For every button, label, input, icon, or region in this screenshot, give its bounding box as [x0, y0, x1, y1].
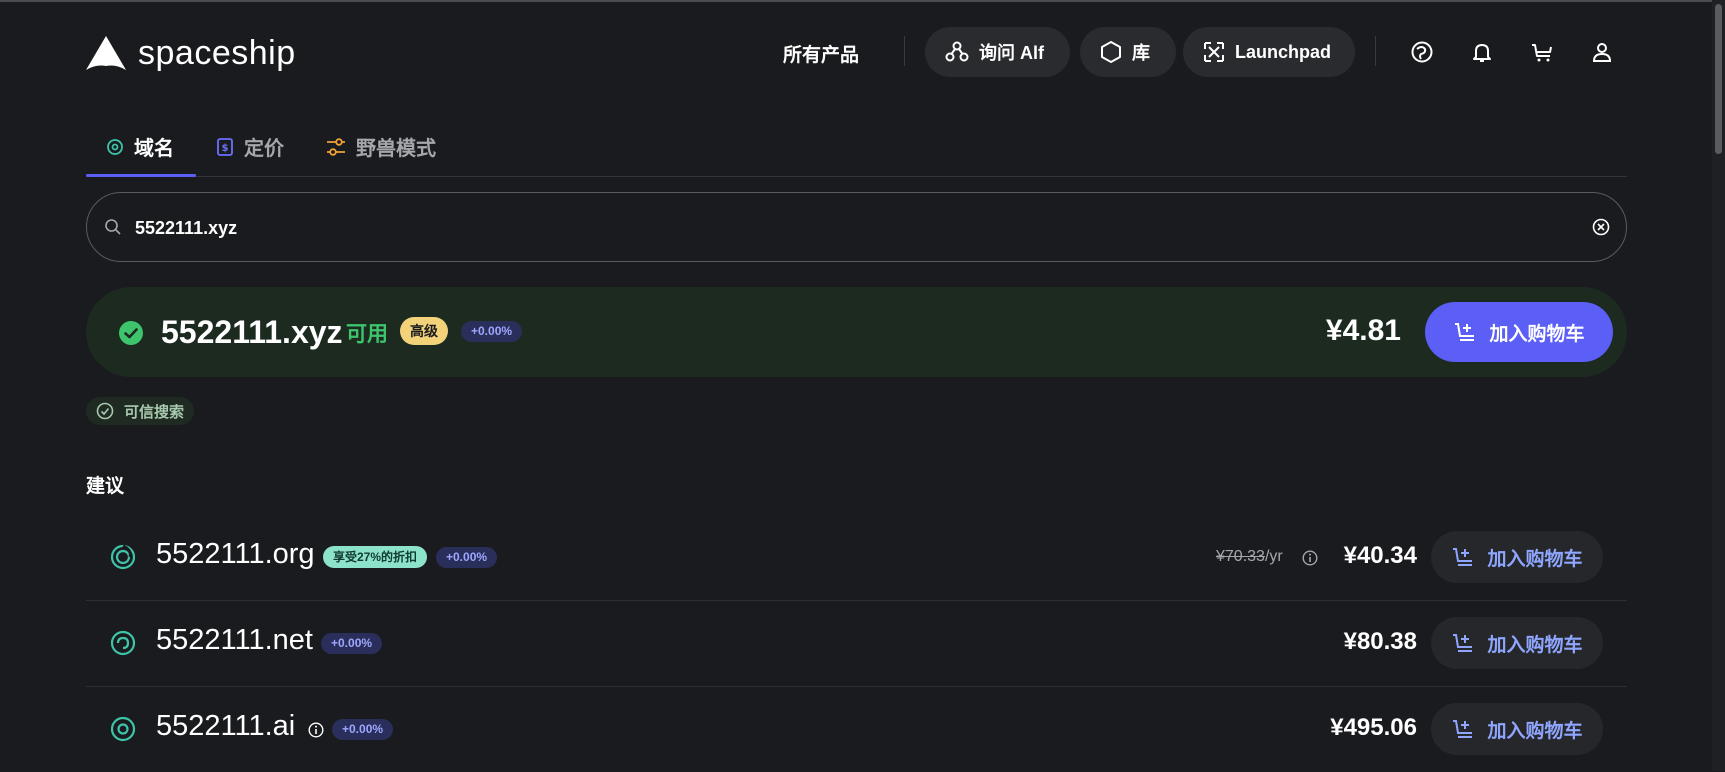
- premium-badge: 高级: [400, 317, 448, 345]
- suggestion-price: ¥40.34: [1343, 542, 1417, 569]
- tab-pricing[interactable]: $ 定价: [216, 132, 284, 161]
- suggestion-price: ¥495.06: [1330, 714, 1417, 741]
- price-change-badge: +0.00%: [321, 633, 383, 654]
- original-price: ¥70.33/yr: [1216, 548, 1283, 565]
- add-to-cart-icon: [1453, 548, 1473, 566]
- suggestions-heading: 建议: [86, 476, 125, 497]
- cart-icon[interactable]: [1530, 40, 1554, 64]
- clear-search-icon[interactable]: [1592, 218, 1610, 236]
- ask-alf-label: 询问 Alf: [979, 43, 1044, 63]
- suggestion-row: 5522111.net +0.00% ¥80.38 加入购物车: [86, 600, 1627, 687]
- launchpad-label: Launchpad: [1235, 41, 1332, 62]
- ask-alf-button[interactable]: 询问 Alf: [925, 27, 1070, 77]
- search-input[interactable]: [133, 213, 1437, 243]
- bell-icon[interactable]: [1470, 40, 1494, 64]
- tab-domains-label: 域名: [134, 138, 174, 160]
- trusted-search-badge[interactable]: 可信搜索: [86, 397, 195, 425]
- launchpad-icon: [1204, 42, 1224, 62]
- add-to-cart-button[interactable]: 加入购物车: [1431, 617, 1603, 669]
- price-change-badge: +0.00%: [436, 547, 498, 568]
- info-icon[interactable]: [308, 722, 324, 738]
- available-check-icon: [119, 321, 143, 345]
- ai-icon: [110, 716, 136, 742]
- price-change-badge: +0.00%: [461, 321, 523, 342]
- suggestion-domain[interactable]: 5522111.ai: [156, 710, 295, 743]
- help-icon[interactable]: [1410, 40, 1434, 64]
- pricing-icon: $: [217, 137, 233, 156]
- nav-divider-2: [1375, 36, 1376, 66]
- add-to-cart-icon: [1455, 323, 1475, 341]
- add-to-cart-label: 加入购物车: [1487, 634, 1583, 656]
- add-to-cart-button[interactable]: 加入购物车: [1425, 302, 1613, 362]
- domain-icon: [107, 138, 123, 155]
- library-label: 库: [1132, 43, 1150, 63]
- add-to-cart-icon: [1453, 720, 1473, 738]
- library-button[interactable]: 库: [1080, 27, 1176, 77]
- page-scrollbar[interactable]: [1712, 0, 1725, 771]
- logo-text: spaceship: [138, 34, 296, 72]
- sliders-icon: [327, 137, 345, 156]
- nav-all-products[interactable]: 所有产品: [783, 40, 859, 67]
- search-mode-tabs: 域名 $ 定价 野兽模式: [86, 130, 1627, 177]
- suggestion-domain[interactable]: 5522111.net: [156, 624, 313, 657]
- add-to-cart-button[interactable]: 加入购物车: [1431, 703, 1603, 755]
- suggestion-row: 5522111.ai +0.00% ¥495.06 加入购物车: [86, 686, 1627, 772]
- org-icon: [110, 544, 136, 570]
- tab-domains[interactable]: 域名: [106, 132, 174, 161]
- net-icon: [110, 630, 136, 656]
- user-icon[interactable]: [1590, 40, 1614, 64]
- add-to-cart-icon: [1453, 634, 1473, 652]
- result-price: ¥4.81: [1325, 314, 1401, 347]
- add-to-cart-label: 加入购物车: [1489, 323, 1585, 345]
- trusted-search-label: 可信搜索: [124, 403, 185, 421]
- tab-beast-mode[interactable]: 野兽模式: [326, 132, 436, 161]
- search-icon: [105, 219, 121, 235]
- add-to-cart-button[interactable]: 加入购物车: [1431, 531, 1603, 583]
- domain-search-box[interactable]: [86, 192, 1627, 262]
- hexagon-icon: [1101, 41, 1121, 63]
- tab-pricing-label: 定价: [244, 138, 284, 160]
- tab-beast-mode-label: 野兽模式: [356, 138, 436, 160]
- availability-status: 可用: [346, 323, 388, 346]
- spaceship-logo[interactable]: spaceship: [86, 34, 296, 73]
- suggestion-row: 5522111.org 享受27%的折扣 +0.00% ¥70.33/yr ¥4…: [86, 514, 1627, 601]
- scrollbar-thumb[interactable]: [1715, 4, 1722, 154]
- info-icon[interactable]: [1302, 550, 1318, 566]
- trusted-check-icon: [96, 402, 114, 420]
- launchpad-button[interactable]: Launchpad: [1183, 27, 1355, 77]
- suggestion-domain[interactable]: 5522111.org: [156, 538, 315, 571]
- spaceship-logo-icon: [86, 35, 126, 70]
- suggestion-price: ¥80.38: [1343, 628, 1417, 655]
- price-change-badge: +0.00%: [332, 719, 394, 740]
- result-domain: 5522111.xyz: [161, 314, 343, 350]
- active-tab-indicator: [86, 174, 196, 177]
- add-to-cart-label: 加入购物车: [1487, 548, 1583, 570]
- add-to-cart-label: 加入购物车: [1487, 720, 1583, 742]
- exact-match-result: 5522111.xyz 可用 高级 +0.00% ¥4.81 加入购物车: [86, 287, 1627, 377]
- discount-badge: 享受27%的折扣: [323, 546, 428, 568]
- svg-text:$: $: [222, 143, 229, 154]
- nav-divider: [904, 36, 905, 66]
- alf-icon: [945, 41, 969, 62]
